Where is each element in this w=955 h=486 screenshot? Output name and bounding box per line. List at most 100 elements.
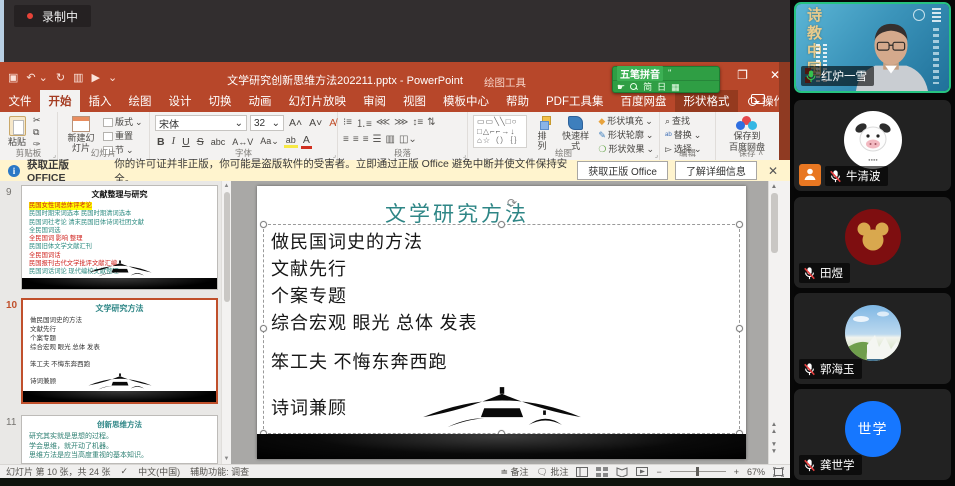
- ime-toolbar[interactable]: 五笔拼音 '' ☛ 简 日 ▦: [612, 66, 720, 93]
- ime-simplified-toggle[interactable]: 简: [643, 83, 652, 92]
- scroll-up-icon[interactable]: ▲: [769, 181, 779, 192]
- selection-handle[interactable]: [736, 221, 743, 228]
- selection-handle[interactable]: [498, 221, 505, 228]
- slide-10-thumbnail[interactable]: 文学研究方法 做民国词史的方法 文献先行 个案专题 综合宏观 眼光 总体 发表 …: [21, 298, 218, 404]
- scroll-down-icon[interactable]: ▼: [222, 454, 231, 464]
- justify-icon[interactable]: ☰: [373, 134, 382, 145]
- convert-smartart-icon[interactable]: ◫⌄: [399, 134, 417, 145]
- find-button[interactable]: ⌕查找: [665, 116, 701, 127]
- change-case-button[interactable]: Aa⌄: [258, 136, 281, 147]
- slide-body-line[interactable]: 诗词兼顾: [271, 394, 347, 420]
- paste-button[interactable]: 粘贴: [5, 115, 29, 148]
- tab-draw[interactable]: 绘图: [120, 90, 160, 112]
- print-preview-icon[interactable]: ▥: [73, 71, 83, 84]
- previous-slide-icon[interactable]: ▲▲: [769, 421, 779, 435]
- slide-11-thumbnail[interactable]: 创新思维方法 研究其实就是思想的过程。 学会思维，就开动了机器。 思维方法是应当…: [21, 415, 218, 464]
- text-shadow-button[interactable]: abc: [209, 137, 228, 147]
- participant-tile[interactable]: ●●●● 牛清波: [794, 100, 951, 191]
- participant-tile[interactable]: 郭海玉: [794, 293, 951, 384]
- tab-baidu-netdisk[interactable]: 百度网盘: [612, 90, 675, 112]
- align-right-icon[interactable]: ≡: [363, 134, 369, 145]
- tab-animations[interactable]: 动画: [240, 90, 280, 112]
- tab-transitions[interactable]: 切换: [200, 90, 240, 112]
- font-size-combo[interactable]: 32⌄: [250, 115, 284, 131]
- italic-button[interactable]: I: [170, 136, 178, 147]
- shape-fill-button[interactable]: ◆形状填充 ⌄: [598, 116, 654, 127]
- ime-pin-icon[interactable]: '': [668, 69, 671, 78]
- shape-gallery[interactable]: ▭▭╲╲□○□△⌐⌐→↓⌂☆（）｛｝: [473, 115, 527, 148]
- slide-body-line[interactable]: 笨工夫 不悔东奔西跑: [271, 348, 448, 374]
- copy-icon[interactable]: ⧉: [33, 127, 41, 138]
- grow-font-button[interactable]: A˄: [287, 117, 304, 129]
- tab-template-center[interactable]: 模板中心: [435, 90, 498, 112]
- redo-icon[interactable]: ↻: [56, 71, 65, 84]
- slideshow-view-icon[interactable]: [636, 467, 648, 477]
- ime-language-toggle[interactable]: 日: [657, 83, 666, 92]
- undo-icon[interactable]: ↶ ⌄: [26, 71, 48, 84]
- selection-handle[interactable]: [260, 325, 267, 332]
- line-spacing-icon[interactable]: ↕≡: [412, 117, 423, 128]
- cut-icon[interactable]: ✂: [33, 115, 41, 126]
- spellcheck-icon[interactable]: ✓: [121, 466, 129, 477]
- comments-icon[interactable]: [751, 94, 765, 104]
- tab-slideshow[interactable]: 幻灯片放映: [280, 90, 355, 112]
- rotate-handle-icon[interactable]: ⟳: [507, 196, 517, 210]
- scrollbar-thumb[interactable]: [771, 193, 778, 253]
- scrollbar-thumb[interactable]: [224, 192, 230, 302]
- hand-tool-icon[interactable]: ☛: [617, 83, 625, 92]
- zoom-in-icon[interactable]: +: [734, 467, 739, 477]
- thumbnail-scrollbar[interactable]: ▲ ▼: [221, 181, 231, 464]
- text-direction-icon[interactable]: ⇅: [427, 117, 435, 128]
- tab-review[interactable]: 审阅: [355, 90, 395, 112]
- underline-button[interactable]: U: [180, 136, 192, 148]
- zoom-slider-thumb[interactable]: [696, 467, 699, 476]
- increase-indent-icon[interactable]: ⋙: [394, 117, 408, 128]
- reading-view-icon[interactable]: [616, 467, 628, 477]
- tab-pdf-tools[interactable]: PDF工具集: [538, 90, 613, 112]
- zoom-out-icon[interactable]: −: [656, 467, 661, 477]
- decrease-indent-icon[interactable]: ⋘: [376, 117, 390, 128]
- zoom-percentage[interactable]: 67%: [747, 467, 765, 477]
- tab-design[interactable]: 设计: [160, 90, 200, 112]
- shape-outline-button[interactable]: ✎形状轮廓 ⌄: [598, 130, 654, 141]
- maximize-icon[interactable]: ❐: [737, 68, 748, 82]
- close-warning-icon[interactable]: ✕: [764, 164, 782, 178]
- save-icon[interactable]: ▣: [8, 71, 18, 84]
- align-center-icon[interactable]: ≡: [353, 134, 359, 145]
- accessibility-status[interactable]: 辅助功能: 调查: [190, 465, 249, 478]
- qat-more-icon[interactable]: ⌄: [108, 71, 117, 84]
- tab-view[interactable]: 视图: [395, 90, 435, 112]
- recording-badge[interactable]: 录制中: [14, 5, 91, 27]
- current-slide[interactable]: 文学研究方法 ⟳ 做民国词史的方法 文献先行 个案专题 综合宏观 眼光 总体 发…: [257, 186, 746, 459]
- next-slide-icon[interactable]: ▼▼: [769, 441, 779, 455]
- start-slideshow-icon[interactable]: ▶: [92, 71, 100, 84]
- keyboard-icon[interactable]: ▦: [671, 83, 680, 92]
- participant-tile[interactable]: 田煜: [794, 197, 951, 288]
- collapse-ribbon-icon[interactable]: ˄: [758, 149, 763, 158]
- slide-body-line[interactable]: 个案专题: [271, 282, 347, 308]
- language-indicator[interactable]: 中文(中国): [138, 465, 180, 478]
- slide-body-line[interactable]: 综合宏观 眼光 总体 发表: [271, 309, 478, 335]
- shrink-font-button[interactable]: A˅: [307, 117, 324, 129]
- selection-handle[interactable]: [260, 221, 267, 228]
- numbering-icon[interactable]: ⒈≡: [356, 115, 372, 130]
- tab-shape-format[interactable]: 形状格式: [675, 90, 738, 112]
- layout-button[interactable]: 版式 ⌄: [103, 117, 143, 128]
- drawing-dialog-launcher[interactable]: ⌟: [655, 151, 658, 159]
- character-spacing-button[interactable]: A↔V: [230, 137, 255, 147]
- notes-button[interactable]: ≐ 备注: [500, 465, 528, 478]
- align-left-icon[interactable]: ≡: [343, 134, 349, 145]
- comments-button[interactable]: 🗨 批注: [537, 465, 569, 478]
- normal-view-icon[interactable]: [576, 467, 588, 477]
- fit-slide-icon[interactable]: [773, 467, 784, 477]
- slide-9-thumbnail[interactable]: 文献整理与研究 民国女性词总体评考论 民国时期宋词选本 民国时期清词选本 民国词…: [21, 185, 218, 290]
- tab-file[interactable]: 文件: [0, 90, 40, 112]
- bullets-icon[interactable]: ⁝≡: [343, 117, 352, 128]
- scroll-up-icon[interactable]: ▲: [222, 181, 231, 191]
- tab-home[interactable]: 开始: [40, 90, 80, 112]
- bold-button[interactable]: B: [155, 136, 167, 148]
- reset-button[interactable]: 重置: [103, 131, 143, 142]
- clear-formatting-button[interactable]: A̸: [327, 117, 338, 129]
- strikethrough-button[interactable]: S: [195, 136, 206, 148]
- zoom-slider[interactable]: [670, 471, 726, 472]
